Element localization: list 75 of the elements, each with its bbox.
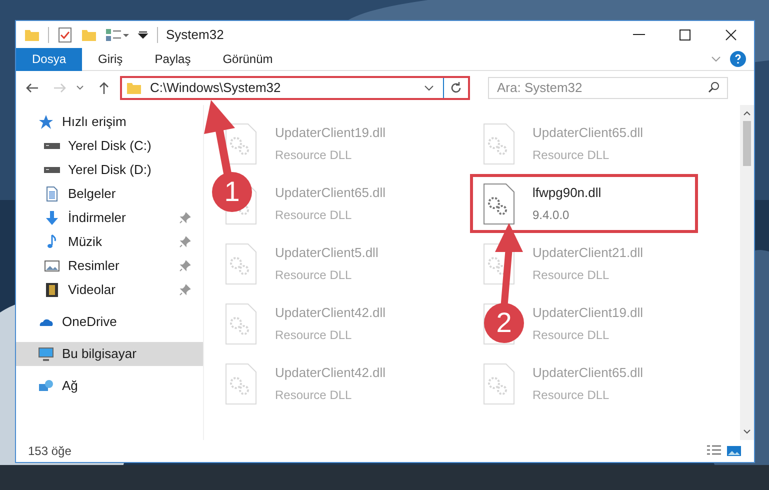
dll-file-icon <box>225 303 257 345</box>
file-name: UpdaterClient42.dll <box>275 304 386 322</box>
help-icon[interactable] <box>730 51 746 67</box>
pin-icon[interactable] <box>179 212 191 224</box>
pin-icon[interactable] <box>179 284 191 296</box>
dll-file-icon <box>482 363 514 405</box>
monitor-icon <box>38 346 54 362</box>
dll-file-icon <box>225 243 257 285</box>
file-detail: Resource DLL <box>275 206 353 224</box>
dll-file-icon <box>482 183 514 225</box>
file-detail: Resource DLL <box>532 146 610 164</box>
file-detail: Resource DLL <box>275 146 353 164</box>
minimize-icon <box>633 34 645 35</box>
scroll-down-icon[interactable] <box>743 428 751 436</box>
network-icon <box>38 378 54 394</box>
file-name: UpdaterClient65.dll <box>532 124 644 142</box>
scroll-up-icon[interactable] <box>743 109 751 117</box>
file-name: UpdaterClient65.dll <box>532 364 644 382</box>
file-name: UpdaterClient42.dll <box>275 364 386 382</box>
dropdown-icon[interactable] <box>137 28 149 40</box>
ribbon-tab[interactable]: Görünüm <box>206 48 289 70</box>
nav-item[interactable]: Bu bilgisayar <box>16 342 203 366</box>
file-name: UpdaterClient19.dll <box>275 124 386 142</box>
film-icon <box>44 282 60 298</box>
maximize-icon <box>679 28 691 40</box>
drive-icon <box>44 143 60 149</box>
document-icon <box>44 186 60 202</box>
file-name: UpdaterClient19.dll <box>532 304 644 322</box>
pin-icon[interactable] <box>179 260 191 272</box>
file-name: UpdaterClient21.dll <box>532 244 644 262</box>
scroll-thumb[interactable] <box>743 121 751 166</box>
folder-icon <box>126 80 142 96</box>
nav-item[interactable]: Ağ <box>16 374 203 398</box>
nav-item[interactable]: Müzik <box>16 230 203 254</box>
nav-item[interactable]: Belgeler <box>16 182 203 206</box>
ribbon-tab[interactable]: Dosya <box>16 48 82 70</box>
download-arrow-icon <box>44 210 60 226</box>
file-detail: Resource DLL <box>275 326 353 344</box>
window-title: System32 <box>166 26 224 44</box>
scrollbar[interactable] <box>740 105 754 440</box>
nav-item[interactable]: Videolar <box>16 278 203 302</box>
chevron-down-icon[interactable] <box>76 84 84 92</box>
nav-item[interactable]: Yerel Disk (D:) <box>16 158 203 182</box>
address-bar[interactable]: C:\Windows\System32 <box>120 76 470 100</box>
address-path: C:\Windows\System32 <box>150 79 282 98</box>
star-icon <box>38 114 54 130</box>
close-icon <box>725 28 737 40</box>
drive-icon <box>44 167 60 173</box>
file-detail: Resource DLL <box>532 386 610 404</box>
nav-item[interactable]: Hızlı erişim <box>16 110 203 134</box>
file-detail: Resource DLL <box>275 266 353 284</box>
ribbon-tab[interactable]: Paylaş <box>138 48 207 70</box>
nav-item[interactable]: İndirmeler <box>16 206 203 230</box>
file-detail: Resource DLL <box>532 266 610 284</box>
thumbnail-view-icon[interactable] <box>726 443 742 459</box>
nav-item[interactable]: Yerel Disk (C:) <box>16 134 203 158</box>
file-name: lfwpg90n.dll <box>532 184 602 202</box>
search-icon <box>708 81 720 93</box>
properties-icon[interactable] <box>57 26 73 42</box>
nav-item[interactable]: Resimler <box>16 254 203 278</box>
image-icon <box>44 258 60 274</box>
view-list-icon[interactable] <box>105 26 129 42</box>
file-name: UpdaterClient5.dll <box>275 244 378 262</box>
file-name: UpdaterClient65.dll <box>275 184 386 202</box>
item-count: 153 öğe <box>28 443 72 460</box>
file-detail: 9.4.0.0 <box>532 206 570 224</box>
file-detail: Resource DLL <box>532 326 610 344</box>
dll-file-icon <box>225 123 257 165</box>
pin-icon[interactable] <box>179 236 191 248</box>
nav-item[interactable]: OneDrive <box>16 310 203 334</box>
ribbon-tab[interactable]: Giriş <box>82 48 139 70</box>
file-detail: Resource DLL <box>275 386 353 404</box>
dll-file-icon <box>225 363 257 405</box>
search-field[interactable]: Ara: System32 <box>488 76 728 98</box>
dll-file-icon <box>482 123 514 165</box>
